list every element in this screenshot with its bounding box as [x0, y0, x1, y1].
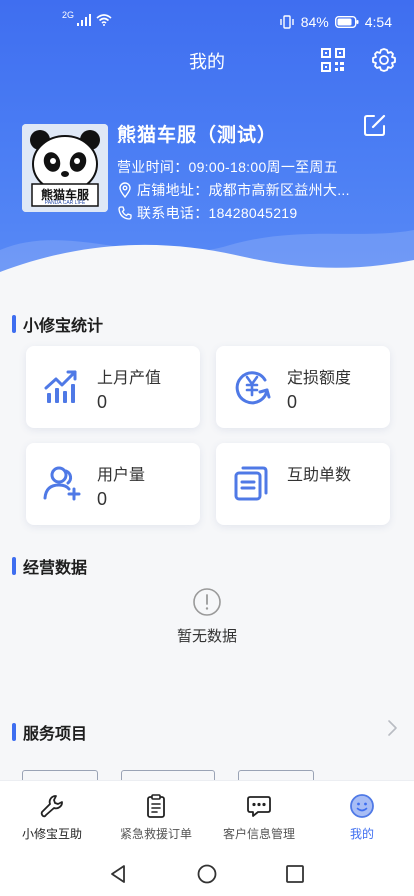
- phone-icon: [118, 206, 132, 220]
- service-tag[interactable]: [238, 770, 314, 780]
- chevron-right-icon[interactable]: [385, 718, 399, 738]
- tab-customer-info[interactable]: 客户信息管理: [215, 781, 303, 853]
- yuan-cycle-icon: [235, 371, 271, 405]
- status-bar: 2G 84% 4:54: [0, 0, 414, 48]
- back-triangle-icon[interactable]: [106, 862, 130, 886]
- logo-subtext: PANDA CAR LIFE: [44, 200, 86, 206]
- service-tag[interactable]: [121, 770, 215, 780]
- title-bar: 我的: [0, 44, 414, 78]
- chat-icon: [247, 796, 271, 817]
- stat-label: 上月产值: [97, 370, 162, 387]
- stat-label: 定损额度: [287, 370, 352, 387]
- info-exclamation-icon: [193, 588, 221, 616]
- stat-value: 0: [97, 392, 108, 412]
- stat-card-last-month-output[interactable]: 上月产值 0: [26, 346, 200, 428]
- service-tag[interactable]: [22, 770, 98, 780]
- stats-section-title: 小修宝统计: [12, 312, 103, 336]
- tab-mine[interactable]: 我的: [318, 781, 406, 853]
- page-title: 我的: [189, 52, 225, 72]
- stat-card-loss-quota[interactable]: 定损额度 0: [216, 346, 390, 428]
- business-hours-text: 营业时间：09:00-18:00周一至周五: [117, 159, 339, 175]
- location-pin-icon: [119, 182, 131, 198]
- tab-label: 客户信息管理: [222, 827, 295, 841]
- empty-state-text: 暂无数据: [176, 628, 237, 645]
- stats-title-text: 小修宝统计: [23, 318, 104, 335]
- stat-value: 0: [287, 392, 298, 412]
- tab-label: 我的: [349, 827, 374, 841]
- tab-mutual-aid[interactable]: 小修宝互助: [8, 781, 96, 853]
- network-type: 2G: [62, 10, 75, 20]
- shop-name: 熊猫车服（测试）: [117, 125, 278, 146]
- clipboard-icon: [147, 794, 165, 818]
- signal-icon: [77, 14, 92, 26]
- recents-square-icon[interactable]: [283, 862, 307, 886]
- tab-label: 紧急救援订单: [119, 827, 192, 841]
- contact-phone[interactable]: 联系电话：18428045219: [117, 203, 297, 223]
- vibrate-icon: [280, 15, 294, 29]
- stat-label: 用户量: [97, 467, 146, 484]
- shop-address-text: 店铺地址：成都市高新区益州大...: [137, 182, 350, 198]
- stat-label: 互助单数: [287, 467, 352, 484]
- empty-state: 暂无数据: [0, 587, 414, 646]
- profile-header: 2G 84% 4:54 我的 熊猫车服 PANDA CAR LIFE 熊猫车服（…: [0, 0, 414, 300]
- wifi-icon: [96, 14, 112, 26]
- section-accent-bar: [12, 723, 16, 741]
- smile-icon: [350, 794, 374, 818]
- shop-logo[interactable]: 熊猫车服 PANDA CAR LIFE: [22, 124, 108, 212]
- section-accent-bar: [12, 315, 16, 333]
- tab-label: 小修宝互助: [21, 827, 82, 841]
- stat-value: 0: [97, 489, 108, 509]
- contact-phone-text: 联系电话：18428045219: [137, 205, 298, 221]
- service-tags-row: [0, 770, 414, 780]
- documents-icon: [234, 466, 268, 501]
- shop-address[interactable]: 店铺地址：成都市高新区益州大...: [117, 180, 350, 200]
- services-title-text: 服务项目: [23, 726, 88, 743]
- system-nav-bar: [0, 852, 414, 896]
- business-hours: 营业时间：09:00-18:00周一至周五: [117, 157, 338, 177]
- bottom-tab-bar: 小修宝互助 紧急救援订单 客户信息管理 我的: [0, 780, 414, 852]
- edit-icon[interactable]: [362, 112, 388, 138]
- qr-code-icon[interactable]: [320, 47, 346, 73]
- header-wave-front: [0, 244, 414, 300]
- wrench-icon: [40, 795, 63, 818]
- battery-percent: 84%: [300, 14, 329, 30]
- battery-icon: [334, 16, 359, 28]
- user-add-icon: [43, 466, 81, 501]
- chart-up-icon: [44, 370, 77, 403]
- settings-gear-icon[interactable]: [370, 46, 398, 74]
- stat-card-mutual-aid-orders[interactable]: 互助单数: [216, 443, 390, 525]
- tab-rescue-orders[interactable]: 紧急救援订单: [112, 781, 200, 853]
- clock: 4:54: [364, 14, 392, 30]
- services-section-title: 服务项目: [12, 720, 87, 744]
- home-circle-icon[interactable]: [195, 862, 219, 886]
- operations-section-title: 经营数据: [12, 554, 87, 578]
- section-accent-bar: [12, 557, 16, 575]
- stat-card-user-count[interactable]: 用户量 0: [26, 443, 200, 525]
- operations-title-text: 经营数据: [23, 560, 88, 577]
